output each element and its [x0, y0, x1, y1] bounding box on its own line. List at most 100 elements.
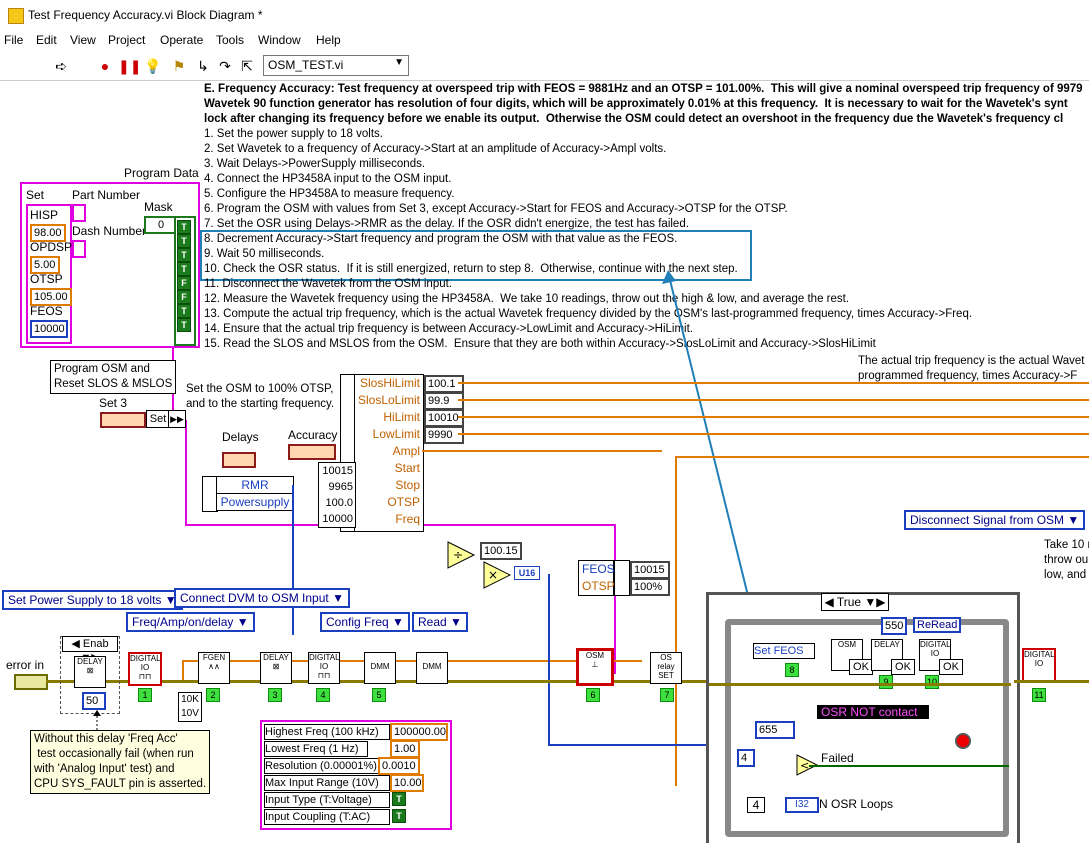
otsp-probe: 100% — [630, 578, 670, 596]
menu-window[interactable]: Window — [258, 33, 301, 47]
feos-otsp-bundle[interactable]: FEOS OTSP — [578, 560, 615, 596]
dmm-subvi-read[interactable]: DMM — [416, 652, 448, 684]
delay-subvi[interactable]: DELAY ⊠ — [74, 656, 106, 688]
const-550[interactable]: 550 — [881, 617, 907, 635]
menu-view[interactable]: View — [70, 33, 96, 47]
set-unbundle[interactable]: Set — [146, 410, 170, 428]
multiply-node[interactable]: × — [482, 560, 512, 590]
powersupply-field[interactable]: Powersupply — [216, 493, 294, 511]
mask-bool-3[interactable]: T — [177, 248, 191, 262]
delay-subvi-3[interactable]: DELAY ⊠ — [260, 652, 292, 684]
ring-set-power[interactable]: Set Power Supply to 18 volts ▼ — [2, 590, 183, 610]
digital-io-1[interactable]: DIGITAL IO ⊓⊓ — [128, 652, 162, 686]
accuracy-terminal[interactable] — [288, 444, 336, 460]
dvm-value-2[interactable]: 0.0010 — [378, 757, 420, 775]
set3-terminal[interactable] — [100, 412, 146, 428]
block-diagram-canvas[interactable]: E. Frequency Accuracy: Test frequency at… — [0, 80, 1089, 843]
menu-operate[interactable]: Operate — [160, 33, 203, 47]
mask-bool-1[interactable]: T — [177, 220, 191, 234]
stop-condition-icon[interactable] — [955, 733, 971, 749]
otsp-label: OTSP — [30, 272, 63, 286]
digital-io-11[interactable]: DIGITAL IO — [1022, 648, 1056, 682]
divide-node[interactable]: ÷ — [446, 540, 476, 570]
set-osm-note: Set the OSM to 100% OTSP, and to the sta… — [186, 383, 335, 410]
const-sloshilimit[interactable]: 100.1 — [424, 375, 464, 393]
const-655[interactable]: 655 — [755, 721, 795, 739]
n-loops-const[interactable]: 4 — [747, 797, 765, 813]
mask-bool-4[interactable]: T — [177, 262, 191, 276]
menu-help[interactable]: Help — [316, 33, 341, 47]
dvm-value-0[interactable]: 100000.00 — [390, 723, 448, 741]
error-wire-out — [1014, 680, 1089, 683]
dvm-value-4[interactable]: T — [392, 792, 406, 806]
field-ampl: Ampl — [392, 444, 420, 458]
step-into-icon[interactable]: ↳ — [194, 57, 212, 75]
dmm-subvi-5[interactable]: DMM — [364, 652, 396, 684]
step-11: 11 — [1032, 688, 1046, 702]
enab-selector[interactable]: ◀ Enab ▼▶ — [62, 636, 118, 664]
u16-convert[interactable]: U16 — [514, 566, 540, 580]
ring-reread[interactable]: ReRead — [913, 617, 962, 633]
mask-bool-7[interactable]: T — [177, 304, 191, 318]
menu-tools[interactable]: Tools — [216, 33, 244, 47]
dvm-config-cluster[interactable]: Highest Freq (100 kHz) Lowest Freq (1 Hz… — [260, 720, 452, 830]
rmr-field[interactable]: RMR — [216, 476, 294, 494]
context-dropdown[interactable]: OSM_TEST.vi ▼ — [263, 55, 409, 76]
bundle-node[interactable]: ▶▶ — [168, 410, 186, 428]
wire-lowlimit — [458, 433, 1089, 435]
feos-value[interactable]: 10000 — [30, 320, 68, 338]
error-in-terminal[interactable] — [14, 674, 48, 690]
run-arrow-icon[interactable]: ➪ — [52, 57, 70, 75]
osr-string-const[interactable]: OSR NOT contact — [817, 705, 929, 719]
accuracy-label: Accuracy — [288, 428, 338, 442]
retain-wire-values-icon[interactable]: ⚑ — [170, 57, 188, 75]
menu-project[interactable]: Project — [108, 33, 145, 47]
dvm-value-3[interactable]: 10.00 — [390, 774, 424, 792]
pause-icon[interactable]: ❚❚ — [118, 57, 141, 75]
const-hilimit[interactable]: 10010 — [424, 409, 464, 427]
const-lowlimit[interactable]: 9990 — [424, 426, 464, 444]
mask-bool-8[interactable]: T — [177, 318, 191, 332]
ring-disconnect-text: Disconnect Signal from OSM — [910, 513, 1065, 527]
fgen-subvi[interactable]: FGEN ∧∧ — [198, 652, 230, 684]
mask-label: Mask — [144, 200, 173, 214]
ring-read[interactable]: Read ▼ — [412, 612, 468, 632]
step-over-icon[interactable]: ↷ — [216, 57, 234, 75]
step-out-icon[interactable]: ⇱ — [238, 57, 256, 75]
mask-bool-2[interactable]: T — [177, 234, 191, 248]
program-data-cluster[interactable]: Set HISP 98.00 OPDSP 5.00 OTSP 105.00 FE… — [20, 182, 200, 348]
loop-bool-wire — [809, 765, 1009, 767]
case-structure[interactable]: ◀ True ▼▶ Set FEOS 8 OSM OK 550 DELAY OK… — [706, 592, 1020, 843]
accuracy-unbundle[interactable]: SlosHiLimit SlosLoLimit HiLimit LowLimit… — [354, 374, 424, 532]
menu-edit[interactable]: Edit — [36, 33, 57, 47]
abort-icon[interactable]: ● — [96, 57, 114, 75]
os-relay-subvi[interactable]: OS relay SET — [650, 652, 682, 684]
delay-comment: Without this delay 'Freq Acc' test occas… — [30, 730, 211, 794]
ring-connect-dvm[interactable]: Connect DVM to OSM Input ▼ — [174, 588, 350, 608]
menu-file[interactable]: File — [4, 33, 23, 47]
set-feos-bundle[interactable]: Set FEOS — [753, 643, 815, 659]
field-freq: Freq — [395, 512, 420, 526]
ring-freq-amp[interactable]: Freq/Amp/on/delay ▼ — [126, 612, 255, 632]
mask-bool-6[interactable]: F — [177, 290, 191, 304]
const-sloslolimit[interactable]: 99.9 — [424, 392, 464, 410]
digital-io-4[interactable]: DIGITAL IO ⊓⊓ — [308, 652, 340, 684]
dash-number-field[interactable] — [72, 240, 86, 258]
field-stop: Stop — [395, 478, 420, 492]
mask-field[interactable]: 0 — [144, 216, 176, 234]
delays-terminal[interactable] — [222, 452, 256, 468]
i32-terminal[interactable]: I32 — [785, 797, 819, 813]
delay-const[interactable]: 50 — [82, 692, 106, 710]
ring-disconnect[interactable]: Disconnect Signal from OSM ▼ — [904, 510, 1086, 530]
case-selector[interactable]: ◀ True ▼▶ — [821, 593, 889, 611]
part-number-field[interactable] — [72, 204, 86, 222]
failed-label: Failed — [821, 751, 854, 765]
dvm-value-1[interactable]: 1.00 — [390, 740, 420, 758]
dvm-value-5[interactable]: T — [392, 809, 406, 823]
highlight-execution-icon[interactable]: 💡 — [144, 57, 162, 75]
ring-config-freq[interactable]: Config Freq ▼ — [320, 612, 410, 632]
const-4[interactable]: 4 — [737, 749, 755, 767]
default-stop: 9965 — [328, 481, 353, 493]
mask-bool-5[interactable]: F — [177, 276, 191, 290]
osm-subvi[interactable]: OSM ⊥ — [576, 648, 614, 686]
